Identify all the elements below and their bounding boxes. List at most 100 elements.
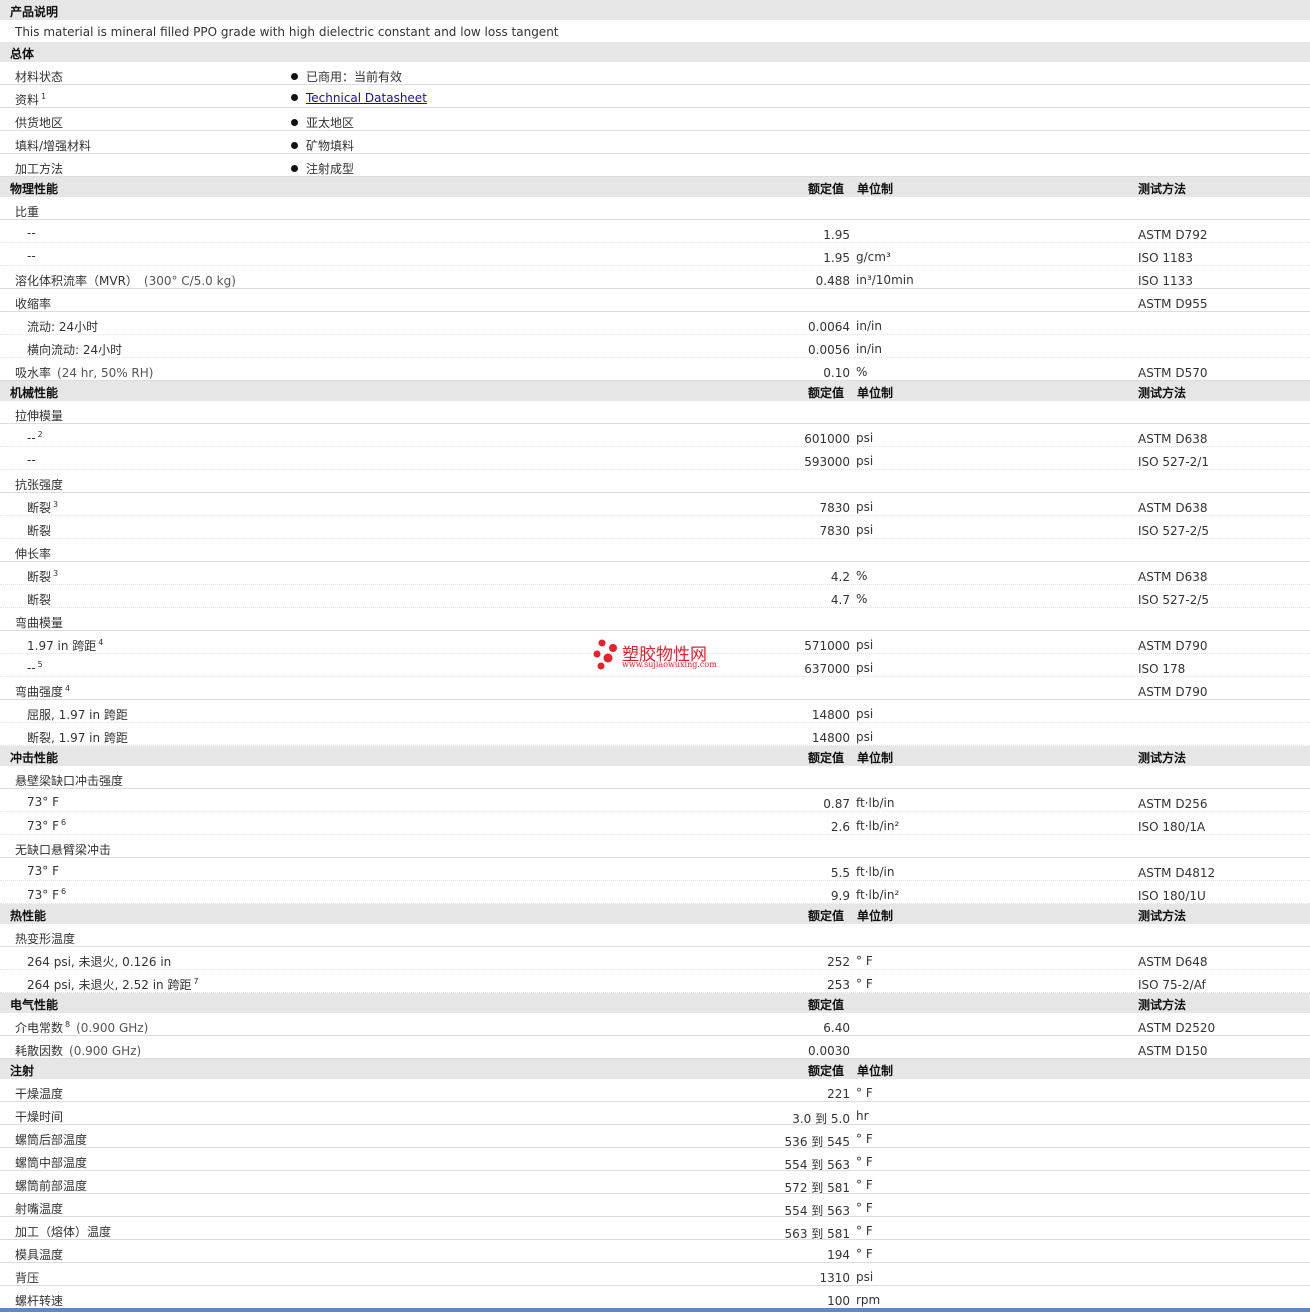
test-method: ASTM D790 (1138, 639, 1208, 653)
test-method: ASTM D955 (1138, 297, 1208, 311)
general-row: 供货地区 亚太地区 (0, 108, 1310, 131)
test-method: ISO 527-2/5 (1138, 593, 1209, 607)
unit-value: ft·lb/in (856, 865, 895, 879)
label-text: 螺杆转速 (15, 1294, 64, 1308)
unit-value: ° F (856, 1224, 873, 1238)
footnote-ref: 5 (37, 660, 43, 669)
column-unit: 单位制 (857, 909, 894, 923)
footnote-ref: 3 (53, 500, 59, 509)
property-row: 介电常数 8 (0.900 GHz) 6.40 ASTM D2520 (0, 1013, 1310, 1036)
test-method: ASTM D4812 (1138, 866, 1216, 880)
property-label: 流动: 24小时 (27, 318, 98, 335)
test-method: ASTM D638 (1138, 570, 1208, 584)
property-label: -- (27, 453, 36, 467)
property-row: -- 1.95 g/cm³ ISO 1183 (0, 243, 1310, 266)
property-row: 悬壁梁缺口冲击强度 (0, 766, 1310, 789)
section-header-description: 产品说明 (0, 0, 1310, 20)
label-text: 73° F (27, 795, 59, 809)
label-text: 干燥温度 (15, 1087, 64, 1101)
property-row: 73° F 6 9.9 ft·lb/in² ISO 180/1U (0, 881, 1310, 904)
unit-value: rpm (856, 1293, 881, 1307)
property-label: 伸长率 (15, 545, 51, 562)
test-method: ASTM D790 (1138, 685, 1208, 699)
test-method: ASTM D256 (1138, 797, 1208, 811)
column-test-method: 测试方法 (1138, 182, 1187, 196)
property-row: 干燥时间 3.0 到 5.0 hr (0, 1102, 1310, 1126)
description-row: This material is mineral filled PPO grad… (0, 20, 1310, 42)
test-method: ASTM D638 (1138, 432, 1208, 446)
column-nominal: 额定值 (808, 909, 845, 923)
column-test-method: 测试方法 (1138, 386, 1187, 400)
nominal-value: 0.0056 (808, 343, 850, 357)
general-row: 材料状态 已商用：当前有效 (0, 62, 1310, 85)
property-row: 模具温度 194 ° F (0, 1240, 1310, 1263)
property-label: 溶化体积流率（MVR） (300° C/5.0 kg) (15, 272, 236, 289)
test-method: ISO 180/1U (1138, 889, 1206, 903)
property-label: 背压 (15, 1269, 39, 1286)
label-text: 模具温度 (15, 1248, 64, 1262)
nominal-value: 221 (827, 1087, 850, 1101)
value-text: 注射成型 (306, 162, 355, 176)
value-text: 矿物填料 (306, 139, 355, 153)
section-title: 产品说明 (10, 5, 59, 19)
unit-value: psi (856, 1270, 874, 1284)
bullet-value: 亚太地区 (291, 114, 354, 131)
nominal-value: 7830 (819, 501, 850, 515)
footnote-ref: 4 (65, 684, 71, 693)
section-header-general: 总体 (0, 42, 1310, 62)
property-row: 螺筒后部温度 536 到 545 ° F (0, 1125, 1310, 1149)
property-label: 断裂 (27, 591, 51, 608)
label-text: 螺筒后部温度 (15, 1133, 88, 1147)
label-text: 伸长率 (15, 547, 52, 561)
general-row: 加工方法 注射成型 (0, 154, 1310, 177)
column-nominal: 额定值 (808, 1064, 845, 1078)
section-title: 热性能 (10, 909, 47, 923)
property-row: 73° F 0.87 ft·lb/in ASTM D256 (0, 789, 1310, 812)
label-text: 断裂 (27, 501, 52, 515)
property-row: 断裂 7830 psi ISO 527-2/5 (0, 516, 1310, 539)
nominal-value: 0.488 (815, 274, 850, 288)
label-text: 资料 (15, 93, 40, 107)
label-text: 加工（熔体）温度 (15, 1225, 112, 1239)
label-text: 收缩率 (15, 297, 52, 311)
property-row: 断裂 3 4.2% ASTM D638 (0, 562, 1310, 585)
unit-value: ° F (856, 1247, 873, 1261)
label-text: 背压 (15, 1271, 40, 1285)
section-header: 冲击性能 额定值 单位制 测试方法 (0, 746, 1310, 766)
unit-value: % (856, 365, 868, 379)
unit-value: psi (856, 661, 874, 675)
nominal-value: 1.95 (823, 228, 850, 242)
datasheet-link[interactable]: Technical Datasheet (306, 91, 427, 105)
section-header: 机械性能 额定值 单位制 测试方法 (0, 381, 1310, 401)
column-unit: 单位制 (857, 386, 894, 400)
unit-value: ° F (856, 1086, 873, 1100)
bullet-icon (291, 142, 298, 149)
property-label: 1.97 in 跨距 4 (27, 637, 103, 654)
unit-value: psi (856, 638, 874, 652)
nominal-value: 253 (827, 978, 850, 992)
property-label: -- 2 (27, 430, 43, 445)
unit-value: psi (856, 431, 874, 445)
property-label: 73° F (27, 795, 59, 809)
unit-value: % (856, 592, 868, 606)
property-row: 背压 1310 psi (0, 1263, 1310, 1286)
property-label: 热变形温度 (15, 930, 75, 947)
label-text: 断裂, 1.97 in 跨距 (27, 731, 128, 745)
property-label: 加工（熔体）温度 (15, 1223, 111, 1240)
bullet-value: 已商用：当前有效 (291, 68, 402, 85)
column-test-method: 测试方法 (1138, 751, 1187, 765)
unit-value: ft·lb/in² (856, 819, 900, 833)
nominal-value: 571000 (804, 639, 850, 653)
property-row: 螺筒前部温度 572 到 581 ° F (0, 1171, 1310, 1195)
section-header: 注射 额定值 单位制 (0, 1059, 1310, 1079)
nominal-value: 1310 (819, 1271, 850, 1285)
label-text: 弯曲强度 (15, 685, 64, 699)
unit-value: in/in (856, 319, 882, 333)
label-text: 拉伸模量 (15, 409, 64, 423)
nominal-value: 100 (827, 1294, 850, 1308)
property-label: 弯曲模量 (15, 614, 63, 631)
property-label: 收缩率 (15, 295, 51, 312)
property-row: 流动: 24小时 0.0064 in/in (0, 312, 1310, 335)
test-method: ASTM D648 (1138, 955, 1208, 969)
section-title: 机械性能 (10, 386, 59, 400)
